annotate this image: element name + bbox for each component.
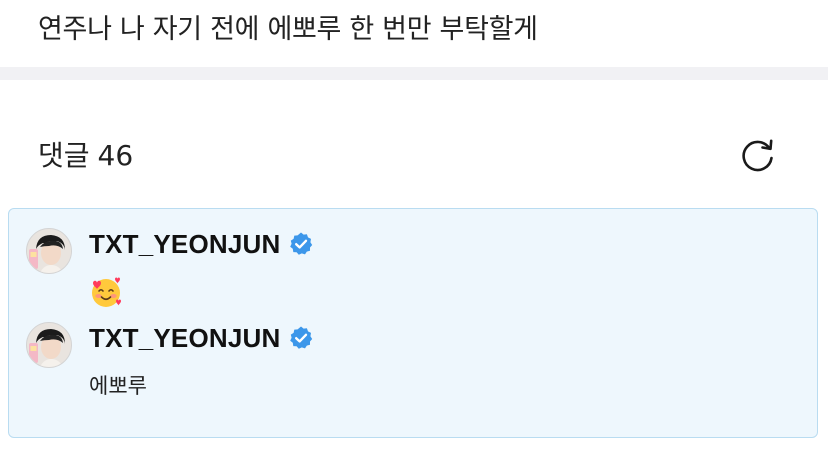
avatar[interactable] <box>26 322 72 368</box>
avatar[interactable] <box>26 228 72 274</box>
page: 연주나 나 자기 전에 에뽀루 한 번만 부탁할게 댓글 46 TXT_YEON… <box>0 0 828 467</box>
comment-author[interactable]: TXT_YEONJUN <box>89 323 280 354</box>
comment-author-row: TXT_YEONJUN <box>89 322 314 354</box>
avatar-image <box>27 229 71 273</box>
smiling-face-with-hearts-icon <box>92 277 121 307</box>
comment-author[interactable]: TXT_YEONJUN <box>89 229 280 260</box>
comments-header: 댓글 46 <box>38 134 790 178</box>
comments-title: 댓글 46 <box>38 136 133 176</box>
highlighted-comment-thread: TXT_YEONJUN smiling-face-with-hearts <box>8 208 818 438</box>
verified-badge-icon <box>290 326 313 349</box>
comments-count: 46 <box>97 139 134 172</box>
comments-label: 댓글 <box>38 139 90 172</box>
refresh-button[interactable] <box>736 134 780 178</box>
avatar-image <box>27 323 71 367</box>
post-text: 연주나 나 자기 전에 에뽀루 한 번만 부탁할게 <box>38 14 538 45</box>
refresh-icon <box>742 139 773 172</box>
section-divider <box>0 67 828 80</box>
comment-text: 에뽀루 <box>89 374 147 398</box>
comment-author-row: TXT_YEONJUN <box>89 228 314 260</box>
verified-badge-icon <box>290 232 313 255</box>
